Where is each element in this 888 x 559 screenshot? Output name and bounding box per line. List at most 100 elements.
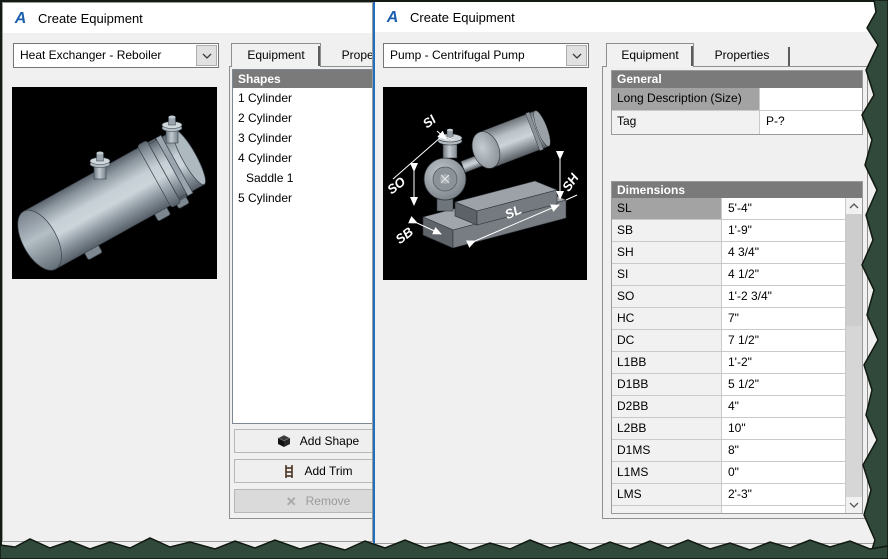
equipment-tab-panel: General Long Description (Size) Tag P-? …	[602, 66, 868, 519]
heat-exchanger-preview	[12, 87, 217, 279]
table-row: DC 7 1/2"	[612, 330, 845, 352]
general-row-value[interactable]: P-?	[760, 111, 862, 134]
dim-value[interactable]: 1'-2"	[722, 352, 845, 373]
dim-label[interactable]: SL	[612, 198, 722, 219]
remove-x-icon: ✕	[285, 493, 297, 509]
dimensions-scrollbar[interactable]	[845, 198, 862, 513]
list-item[interactable]: 2 Cylinder	[233, 108, 372, 128]
dim-label[interactable]: SB	[612, 220, 722, 241]
general-row-value[interactable]	[760, 88, 862, 110]
equipment-tab-panel: Shapes 1 Cylinder 2 Cylinder 3 Cylinder …	[229, 66, 372, 519]
scroll-down-button[interactable]	[846, 497, 862, 513]
dim-value[interactable]: 0"	[722, 462, 845, 483]
dim-value[interactable]: 7"	[722, 308, 845, 329]
table-row: SH 4 3/4"	[612, 242, 845, 264]
shapes-listbox: Shapes 1 Cylinder 2 Cylinder 3 Cylinder …	[232, 69, 372, 424]
table-row: L1BB 1'-2"	[612, 352, 845, 374]
tabstrip: Equipment Properties	[606, 43, 790, 67]
dim-value[interactable]: 4 3/4"	[722, 242, 845, 263]
tabstrip: Equipment Properties	[231, 43, 372, 67]
create-equipment-dialog-left: A Create Equipment Heat Exchanger - Rebo…	[2, 2, 373, 542]
list-item[interactable]: 4 Cylinder	[233, 148, 372, 168]
table-row	[612, 506, 845, 513]
ladder-icon	[285, 464, 294, 478]
table-row: SO 1'-2 3/4"	[612, 286, 845, 308]
pump-preview: SI SO SB SL SH	[383, 87, 587, 280]
dim-value[interactable]: 4"	[722, 396, 845, 417]
dim-value[interactable]: 5 1/2"	[722, 374, 845, 395]
dim-label[interactable]: SO	[612, 286, 722, 307]
equipment-type-value[interactable]: Heat Exchanger - Reboiler	[14, 44, 195, 67]
dim-label[interactable]: SI	[612, 264, 722, 285]
dim-value[interactable]: 2'-3"	[722, 484, 845, 505]
table-row: SB 1'-9"	[612, 220, 845, 242]
table-row: Tag P-?	[612, 111, 862, 134]
dim-value[interactable]: 1'-2 3/4"	[722, 286, 845, 307]
dim-value[interactable]: 5'-4"	[722, 198, 845, 219]
dim-value[interactable]: 1'-9"	[722, 220, 845, 241]
list-item[interactable]: 5 Cylinder	[233, 188, 372, 208]
list-item[interactable]: 3 Cylinder	[233, 128, 372, 148]
dim-value[interactable]: 10"	[722, 418, 845, 439]
combobox-dropdown-button[interactable]	[196, 45, 217, 66]
tab-properties[interactable]: Properties	[694, 45, 790, 67]
create-equipment-dialog-right: A Create Equipment Pump - Centrifugal Pu…	[373, 1, 888, 544]
tab-equipment[interactable]: Equipment	[606, 43, 694, 67]
dim-label-so: SO	[384, 174, 408, 197]
general-grid: General Long Description (Size) Tag P-?	[611, 70, 863, 135]
equipment-type-combobox[interactable]: Pump - Centrifugal Pump	[383, 43, 589, 68]
list-item[interactable]: Saddle 1	[233, 168, 372, 188]
dim-value[interactable]: 4 1/2"	[722, 264, 845, 285]
dim-label[interactable]: DC	[612, 330, 722, 351]
scrollbar-thumb[interactable]	[846, 214, 862, 326]
dim-label[interactable]: D1MS	[612, 440, 722, 461]
dim-label[interactable]: D1BB	[612, 374, 722, 395]
tab-properties[interactable]: Properties	[321, 45, 372, 67]
dimensions-grid: Dimensions SL 5'-4" SB 1'-9" SH 4 3/4" SI 4 …	[611, 181, 863, 514]
dim-label-sb: SB	[392, 224, 415, 247]
dim-label[interactable]: L1MS	[612, 462, 722, 483]
table-row: D2BB 4"	[612, 396, 845, 418]
add-trim-button[interactable]: Add Trim	[234, 459, 372, 483]
equipment-type-combobox[interactable]: Heat Exchanger - Reboiler	[13, 43, 219, 68]
tab-equipment[interactable]: Equipment	[231, 43, 321, 67]
table-row: D1BB 5 1/2"	[612, 374, 845, 396]
combobox-dropdown-button[interactable]	[566, 45, 587, 66]
scroll-up-icon	[849, 203, 859, 209]
table-row: L1MS 0"	[612, 462, 845, 484]
dimensions-grid-header: Dimensions	[612, 182, 862, 198]
dim-label[interactable]: D2BB	[612, 396, 722, 417]
table-row: D1MS 8"	[612, 440, 845, 462]
add-shape-button[interactable]: Add Shape	[234, 429, 372, 453]
table-row: HC 7"	[612, 308, 845, 330]
dim-label-sh: SH	[559, 170, 582, 194]
dim-value[interactable]: 8"	[722, 440, 845, 461]
chevron-down-icon	[202, 53, 211, 59]
dim-label[interactable]: SH	[612, 242, 722, 263]
scroll-down-icon	[849, 502, 859, 508]
add-shape-label: Add Shape	[299, 434, 360, 448]
list-item[interactable]: 1 Cylinder	[233, 88, 372, 108]
dim-label[interactable]: L2BB	[612, 418, 722, 439]
cube-icon	[277, 434, 291, 447]
autocad-logo-icon: A	[386, 8, 399, 26]
dim-label[interactable]: HC	[612, 308, 722, 329]
window-title: Create Equipment	[38, 10, 143, 26]
remove-label: Remove	[305, 494, 351, 508]
general-row-label[interactable]: Tag	[612, 111, 760, 134]
dim-label[interactable]: L1BB	[612, 352, 722, 373]
titlebar[interactable]: A Create Equipment	[3, 3, 372, 33]
dim-value[interactable]: 7 1/2"	[722, 330, 845, 351]
window-title: Create Equipment	[410, 9, 515, 25]
dim-label[interactable]: LMS	[612, 484, 722, 505]
titlebar[interactable]: A Create Equipment	[375, 2, 887, 32]
equipment-type-value[interactable]: Pump - Centrifugal Pump	[384, 44, 565, 67]
table-row: SL 5'-4"	[612, 198, 845, 220]
autocad-logo-icon: A	[14, 9, 27, 27]
general-row-label[interactable]: Long Description (Size)	[612, 88, 760, 110]
table-row: L2BB 10"	[612, 418, 845, 440]
dimensions-rows: SL 5'-4" SB 1'-9" SH 4 3/4" SI 4 1/2" SO 1'-2…	[612, 198, 845, 513]
scroll-up-button[interactable]	[846, 198, 862, 214]
chevron-down-icon	[572, 53, 581, 59]
remove-button: ✕ Remove	[234, 489, 372, 513]
